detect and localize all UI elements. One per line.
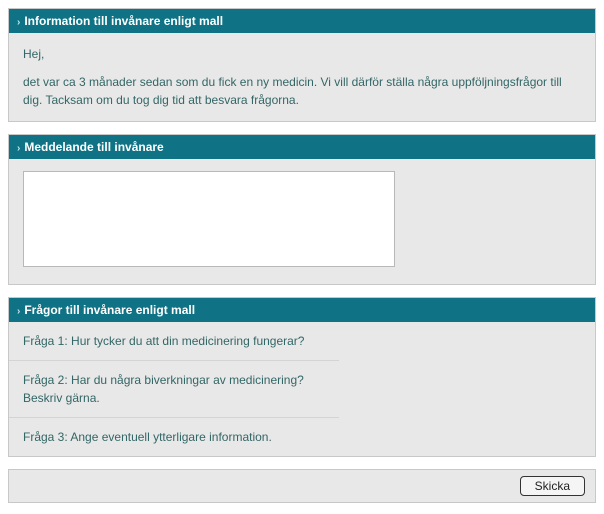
question-row: Fråga 3: Ange eventuell ytterligare info… — [9, 418, 339, 456]
info-panel-body: Hej, det var ca 3 månader sedan som du f… — [9, 33, 595, 121]
footer-panel: Skicka — [8, 469, 596, 503]
questions-panel-body: Fråga 1: Hur tycker du att din mediciner… — [9, 322, 595, 456]
questions-panel-header[interactable]: › Frågor till invånare enligt mall — [9, 298, 595, 322]
message-panel-body — [9, 159, 595, 284]
question-text: Fråga 2: Har du några biverkningar av me… — [23, 373, 304, 405]
info-body-text: det var ca 3 månader sedan som du fick e… — [23, 73, 581, 109]
chevron-right-icon: › — [17, 306, 20, 317]
info-greeting: Hej, — [23, 45, 581, 63]
submit-button[interactable]: Skicka — [520, 476, 585, 496]
message-textarea[interactable] — [23, 171, 395, 267]
message-panel-title: Meddelande till invånare — [24, 140, 163, 154]
question-row: Fråga 2: Har du några biverkningar av me… — [9, 361, 339, 418]
question-row: Fråga 1: Hur tycker du att din mediciner… — [9, 322, 339, 361]
chevron-right-icon: › — [17, 17, 20, 28]
questions-panel-title: Frågor till invånare enligt mall — [24, 303, 195, 317]
chevron-right-icon: › — [17, 143, 20, 154]
question-text: Fråga 1: Hur tycker du att din mediciner… — [23, 334, 304, 348]
message-panel: › Meddelande till invånare — [8, 134, 596, 285]
info-panel-title: Information till invånare enligt mall — [24, 14, 223, 28]
questions-panel: › Frågor till invånare enligt mall Fråga … — [8, 297, 596, 457]
info-panel: › Information till invånare enligt mall H… — [8, 8, 596, 122]
question-text: Fråga 3: Ange eventuell ytterligare info… — [23, 430, 272, 444]
info-panel-header[interactable]: › Information till invånare enligt mall — [9, 9, 595, 33]
message-panel-header[interactable]: › Meddelande till invånare — [9, 135, 595, 159]
